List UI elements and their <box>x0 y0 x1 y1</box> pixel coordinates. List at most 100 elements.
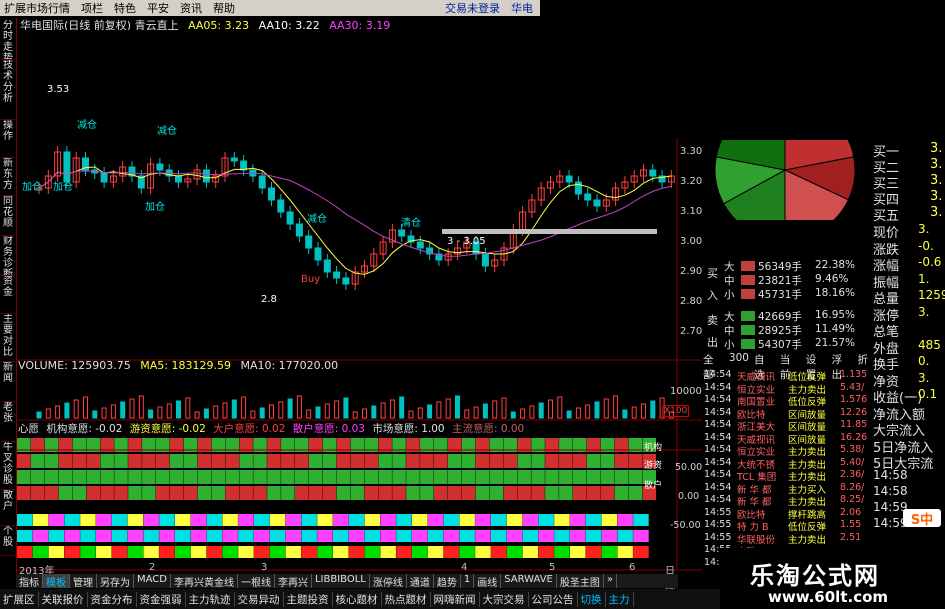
status-tab-5[interactable]: 交易异动 <box>235 591 284 607</box>
band-cell <box>570 530 586 542</box>
candle-body <box>230 157 238 162</box>
band-cell <box>238 530 254 542</box>
radar-value-4: 11.85 <box>840 419 868 430</box>
watermark-title: 乐淘公式网 <box>750 561 880 590</box>
indicator-tab-10[interactable]: 通道 <box>407 574 434 589</box>
left-tab-10[interactable]: 牛叉诊股 <box>1 442 15 490</box>
status-tab-6[interactable]: 主题投资 <box>284 591 333 607</box>
indicator-tab-5[interactable]: 李再兴黄金线 <box>171 574 238 589</box>
band-cell <box>190 530 207 542</box>
status-tab-2[interactable]: 资金分布 <box>88 591 137 607</box>
annotation-add1: 加仓 <box>53 180 73 193</box>
indicator-tab-13[interactable]: 画线 <box>474 574 502 589</box>
volume-bar <box>64 402 70 419</box>
indicator-tab-11[interactable]: 趋势 <box>434 574 461 589</box>
indicator-tab-14[interactable]: SARWAVE <box>501 574 557 588</box>
heat-cell <box>350 486 365 500</box>
status-tab-7[interactable]: 核心题材 <box>333 591 382 607</box>
left-tab-5[interactable]: 财务诊断 <box>1 236 15 276</box>
flow-vol-2: 45731手 <box>758 289 802 301</box>
heat-cell <box>267 486 281 500</box>
radar-value-0: 1.135 <box>840 369 868 380</box>
menu-features[interactable]: 特色 <box>114 0 136 16</box>
radar-tab-0[interactable]: 全部 <box>703 352 724 381</box>
status-tab-11[interactable]: 公司公告 <box>529 591 578 607</box>
status-tab-1[interactable]: 关联报价 <box>39 591 88 607</box>
band-cell <box>554 546 570 558</box>
indicator-tab-3[interactable]: 另存为 <box>97 574 134 589</box>
indicator-tab-1[interactable]: 模板 <box>43 574 70 589</box>
radar-tab-3[interactable]: 当前 <box>780 352 801 381</box>
status-tab-3[interactable]: 资金强弱 <box>137 591 186 607</box>
radar-action-13: 主力卖出 <box>788 534 827 546</box>
heat-cell <box>128 486 142 500</box>
indicator-tab-9[interactable]: 涨停线 <box>370 574 407 589</box>
radar-time-1: 14:54 <box>704 381 732 393</box>
heat-cell <box>183 470 198 484</box>
status-tab-12[interactable]: 切换 <box>578 591 606 607</box>
band-cell <box>396 546 412 558</box>
radar-tab-6[interactable]: 折 <box>858 352 869 366</box>
status-tab-9[interactable]: 网嗨新闻 <box>431 591 480 607</box>
indicator-more-button[interactable]: » <box>604 574 617 588</box>
indicator-tab-12[interactable]: 1 <box>461 574 475 588</box>
price-tick-2: 3.10 <box>680 206 703 217</box>
band-cell <box>475 514 491 526</box>
heat-cell <box>142 470 156 484</box>
left-tab-12[interactable]: 个股 <box>1 526 15 556</box>
annotation-sell_text: 3 - 3.05 <box>447 236 486 247</box>
left-tab-7[interactable]: 主要对比 <box>1 314 15 362</box>
left-tab-9[interactable]: 老张 <box>1 402 15 442</box>
main-chart[interactable]: 3.53减仓减仓加仓加仓减仓 清仓2.8Buy3 - 3.05加仓 <box>17 30 702 575</box>
left-tab-0[interactable]: 分时走势 <box>1 20 15 60</box>
left-tab-1[interactable]: 技术分析 <box>1 60 15 120</box>
left-tab-2[interactable]: 操作 <box>1 120 15 158</box>
status-tab-10[interactable]: 大宗交易 <box>480 591 529 607</box>
left-tab-4[interactable]: 同花顺 <box>1 196 15 236</box>
menu-columns[interactable]: 项栏 <box>81 0 103 16</box>
indicator-tab-0[interactable]: 指标 <box>16 574 43 589</box>
indicator-tab-8[interactable]: LIBBIBOLL <box>312 574 370 588</box>
left-tab-11[interactable]: 散户 <box>1 490 15 526</box>
status-tab-4[interactable]: 主力轨迹 <box>186 591 235 607</box>
indicator-tab-2[interactable]: 管理 <box>70 574 97 589</box>
menu-info[interactable]: 资讯 <box>180 0 202 16</box>
radar-tab-4[interactable]: 设置 <box>806 352 827 381</box>
radar-value-9: 8.26/ <box>840 481 865 493</box>
band-cell <box>617 514 633 526</box>
heat-cell <box>142 454 156 468</box>
heat-cell <box>489 454 504 468</box>
heat-cell <box>628 454 643 468</box>
indicator-tab-4[interactable]: MACD <box>134 574 171 588</box>
radar-tab-2[interactable]: 自选 <box>754 352 775 381</box>
radar-value-7: 5.40/ <box>840 456 865 468</box>
price-tick-6: 2.70 <box>680 326 703 337</box>
candle-body <box>481 253 489 267</box>
indicator-tab-7[interactable]: 李再兴 <box>275 574 312 589</box>
heat-cell <box>30 454 45 468</box>
menu-pingan[interactable]: 平安 <box>147 0 169 16</box>
menu-help[interactable]: 帮助 <box>213 0 235 16</box>
flow-swatch-4 <box>741 325 755 335</box>
annotation-buy: Buy <box>301 274 320 285</box>
status-tab-8[interactable]: 热点题材 <box>382 591 431 607</box>
menu-extend-market[interactable]: 扩展市场行情 <box>4 0 70 16</box>
heat-cell <box>420 470 434 484</box>
heat-cell <box>461 470 476 484</box>
radar-tab-1[interactable]: 300 <box>729 352 749 366</box>
band-cell <box>64 530 80 542</box>
indicator-tab-6[interactable]: 一根线 <box>238 574 275 589</box>
status-tab-13[interactable]: 主力 <box>606 591 634 607</box>
trade-login-link[interactable]: 交易未登录 <box>445 0 500 16</box>
band-cell <box>491 546 507 558</box>
left-tab-8[interactable]: 新闻 <box>1 362 15 402</box>
radar-tab-5[interactable]: 浮出 <box>832 352 853 381</box>
left-tab-6[interactable]: 资金 <box>1 276 15 314</box>
candle-body <box>268 187 275 201</box>
volume-header: VOLUME: 125903.75 MA5: 183129.59 MA10: 1… <box>18 359 338 372</box>
indicator-tab-15[interactable]: 股圣主图 <box>557 574 604 589</box>
left-tab-3[interactable]: 新东方 <box>1 158 15 196</box>
status-tab-0[interactable]: 扩展区 <box>0 591 39 607</box>
band-cell <box>222 514 238 526</box>
intent-side-retail: 散户 <box>644 481 663 491</box>
